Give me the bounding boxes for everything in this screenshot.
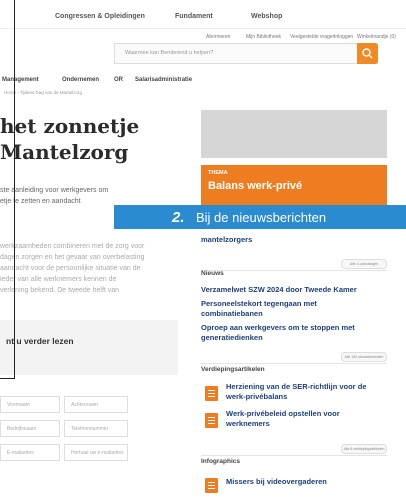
more-deep-button[interactable]: Alle 6 verdiepingsartikelen	[341, 444, 387, 454]
news-link[interactable]: generatiedienken	[201, 333, 263, 342]
util-faq[interactable]: Veelgestelde vragen	[290, 34, 335, 40]
article-paragraph: ieder van alle werknemers kennen de	[0, 276, 117, 283]
email-confirm-placeholder: Herhaal uw e-mailadres	[71, 450, 124, 456]
util-bibliotheek[interactable]: Mijn Bibliotheek	[246, 34, 281, 40]
advertisement-placeholder[interactable]	[201, 110, 387, 158]
more-solutions-button[interactable]: Alle 4 oplossingen	[341, 259, 387, 269]
infographics-heading: Infographics	[201, 458, 241, 465]
theme-kicker: THEMA	[208, 170, 228, 176]
callout-number: 2.	[172, 209, 185, 226]
webpage: Congressen & Opleidingen Fundament Websh…	[0, 0, 406, 499]
theme-title: Balans werk-privé	[208, 180, 303, 192]
search-icon	[362, 48, 373, 59]
search-bar[interactable]: Waarmee kan Benderend u helpen?	[114, 43, 378, 64]
news-heading: Nieuws	[201, 270, 224, 277]
deep-heading: Verdiepingsartikelen	[201, 366, 265, 373]
util-login[interactable]: Inloggen	[334, 34, 353, 40]
search-button[interactable]	[357, 43, 378, 64]
deep-link[interactable]: werknemers	[226, 419, 270, 428]
divider	[201, 270, 387, 271]
article-paragraph: aandacht voor de persoonlijke situatie v…	[0, 265, 141, 272]
top-navigation: Congressen & Opleidingen Fundament Websh…	[0, 0, 406, 29]
news-link[interactable]: Oproep aan werkgevers om te stoppen met	[201, 323, 355, 332]
article-paragraph: werkzaamheden combineren met de zorg voo…	[0, 243, 145, 250]
email-placeholder: E-mailadres	[7, 450, 34, 456]
news-link[interactable]: Personeelstekort tegengaan met	[201, 299, 317, 308]
util-abonneren[interactable]: Abonneren	[206, 34, 230, 40]
firstname-placeholder: Voornaam	[7, 402, 30, 408]
document-icon	[205, 413, 218, 428]
nav-ondernemen[interactable]: Ondernemen	[62, 77, 99, 83]
news-link[interactable]: Verzamelwet SZW 2024 door Tweede Kamer	[201, 285, 357, 294]
nav-congressen[interactable]: Congressen & Opleidingen	[55, 13, 145, 20]
document-icon	[205, 478, 218, 493]
divider	[201, 455, 387, 456]
nav-or[interactable]: OR	[114, 77, 123, 83]
article-title-line2: Mantelzorg	[0, 140, 129, 164]
divider	[201, 363, 387, 364]
document-icon	[205, 386, 218, 401]
deep-link[interactable]: Werk-privébeleid opstellen voor	[226, 409, 340, 418]
overlay-frame	[0, 0, 15, 379]
theme-box[interactable]: THEMA Balans werk-privé	[201, 165, 387, 205]
read-more-panel: nt u verder lezen	[0, 320, 178, 375]
article-paragraph: dagen zorgen en het gevaar van overbelas…	[0, 254, 145, 261]
article-paragraph: ste aanleiding voor werkgevers om	[0, 187, 109, 194]
theme-sub-link[interactable]: mantelzorgers	[201, 235, 252, 244]
more-news-button[interactable]: Alle 100 nieuwsberichten	[341, 352, 387, 362]
article-title-line1: het zonnetje	[0, 114, 140, 138]
company-placeholder: Bedrijfsnaam	[7, 426, 37, 432]
breadcrumb[interactable]: Home › Tijdens Dag van de Mantelzorg	[4, 90, 82, 95]
news-link[interactable]: combinatiebanen	[201, 309, 263, 318]
article-paragraph: verlening bekend. De tweede helft van	[0, 287, 120, 294]
callout-text: Bij de nieuwsberichten	[196, 210, 327, 225]
firstname-field[interactable]: Voornaam	[0, 396, 60, 413]
email-field[interactable]: E-mailadres	[0, 444, 60, 461]
nav-fundament[interactable]: Fundament	[175, 13, 213, 20]
nav-salarisadministratie[interactable]: Salarisadministratie	[135, 77, 192, 83]
lastname-field[interactable]: Achternaam	[64, 396, 128, 413]
deep-link[interactable]: Herziening van de SER-richtlijn voor de	[226, 382, 366, 391]
deep-link[interactable]: werk-privébalans	[226, 392, 287, 401]
company-field[interactable]: Bedrijfsnaam	[0, 420, 60, 437]
lastname-placeholder: Achternaam	[71, 402, 98, 408]
read-more-title: nt u verder lezen	[6, 336, 74, 346]
nav-webshop[interactable]: Webshop	[251, 13, 282, 20]
email-confirm-field[interactable]: Herhaal uw e-mailadres	[64, 444, 128, 461]
phone-placeholder: Telefoonnummer	[71, 426, 109, 432]
annotation-callout: 2. Bij de nieuwsberichten	[114, 205, 406, 229]
infographic-link[interactable]: Missers bij videovergaderen	[226, 477, 327, 486]
util-cart[interactable]: Winkelmandje (0)	[357, 34, 396, 40]
phone-field[interactable]: Telefoonnummer	[64, 420, 128, 437]
search-placeholder: Waarmee kan Benderend u helpen?	[125, 50, 214, 56]
